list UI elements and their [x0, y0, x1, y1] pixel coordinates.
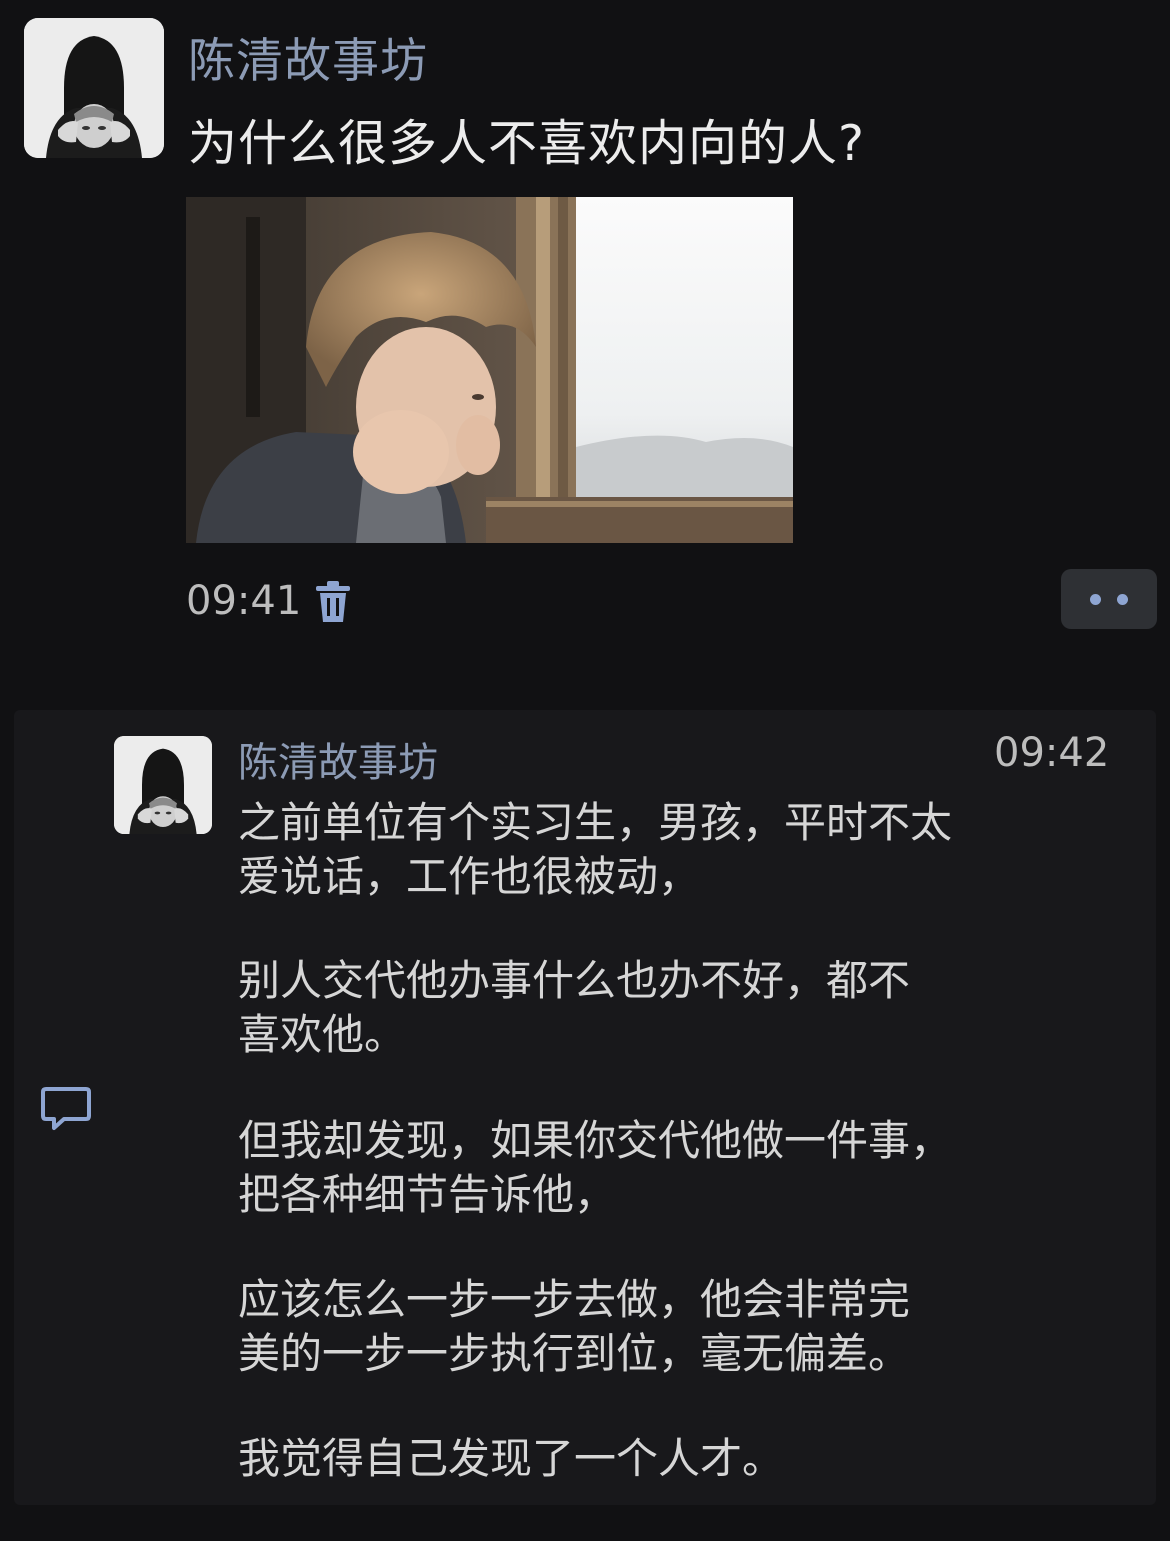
comment-line: 我觉得自己发现了一个人才。: [238, 1434, 785, 1483]
comment-line: 应该怎么一步一步去做，他会非常完: [238, 1275, 911, 1324]
comment-paragraph: 我觉得自己发现了一个人才。: [238, 1432, 784, 1486]
comment-line: 但我却发现，如果你交代他做一件事，: [238, 1116, 953, 1165]
comment-line: 爱说话，工作也很被动，: [238, 852, 701, 901]
comment-author-name[interactable]: 陈清故事坊: [238, 730, 438, 788]
post-timestamp: 09:41: [186, 578, 302, 624]
post-author-name[interactable]: 陈清故事坊: [188, 22, 428, 91]
avatar-image: [24, 18, 164, 158]
comment-paragraph: 应该怎么一步一步去做，他会非常完 美的一步一步执行到位，毫无偏差。: [238, 1273, 910, 1381]
more-options-button[interactable]: [1061, 569, 1157, 629]
reply-button[interactable]: [40, 1086, 92, 1132]
comment-paragraph: 之前单位有个实习生，男孩，平时不太 爱说话，工作也很被动，: [238, 796, 952, 904]
avatar-image: [114, 736, 212, 834]
comment-line: 把各种细节告诉他，: [238, 1170, 617, 1219]
delete-button[interactable]: [314, 580, 352, 624]
comment-timestamp: 09:42: [994, 730, 1110, 776]
comment-line: 别人交代他办事什么也办不好，都不: [238, 956, 911, 1005]
post-image[interactable]: [186, 197, 793, 543]
post-author-avatar[interactable]: [24, 18, 164, 158]
comment-paragraph: 别人交代他办事什么也办不好，都不 喜欢他。: [238, 954, 910, 1062]
more-dots-icon: [1090, 594, 1101, 605]
comment-line: 喜欢他。: [238, 1010, 407, 1059]
post-title[interactable]: 为什么很多人不喜欢内向的人?: [188, 104, 865, 175]
photo-child-window-icon: [186, 197, 793, 543]
comment-paragraph: 但我却发现，如果你交代他做一件事， 把各种细节告诉他，: [238, 1114, 952, 1222]
comment-line: 美的一步一步执行到位，毫无偏差。: [238, 1329, 911, 1378]
trash-icon: [316, 581, 350, 622]
comment-line: 之前单位有个实习生，男孩，平时不太: [238, 798, 953, 847]
comment-bubble-icon: [41, 1087, 91, 1130]
comment-author-avatar[interactable]: [114, 736, 212, 834]
more-dots-icon: [1117, 594, 1128, 605]
